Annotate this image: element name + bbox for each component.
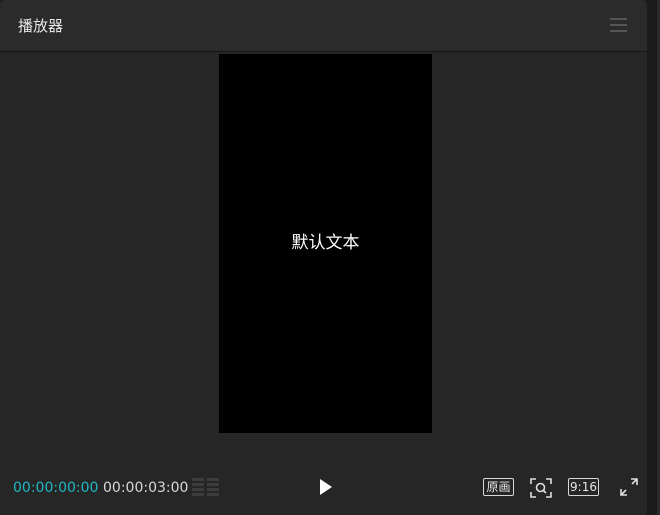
side-gutter [647,0,660,515]
panel-header: 播放器 [0,0,647,52]
player-panel: 播放器 默认文本 00:00:00:00 00:00:03:00 原画 9:16 [0,0,647,515]
zoom-fit-button[interactable] [530,478,552,498]
panel-title: 播放器 [18,17,64,35]
zoom-fit-icon [530,478,552,498]
hamburger-menu-icon[interactable] [610,18,627,32]
fullscreen-button[interactable] [620,478,638,496]
play-button[interactable] [314,476,336,498]
current-time: 00:00:00:00 [13,480,99,496]
video-preview[interactable]: 默认文本 [219,54,432,433]
total-duration: 00:00:03:00 [103,480,189,496]
play-icon [320,479,332,495]
fullscreen-icon [620,478,638,496]
preview-text: 默认文本 [291,233,360,253]
aspect-ratio-button[interactable]: 9:16 [568,478,599,496]
original-quality-button[interactable]: 原画 [483,478,514,496]
grid-icon[interactable] [192,478,220,498]
